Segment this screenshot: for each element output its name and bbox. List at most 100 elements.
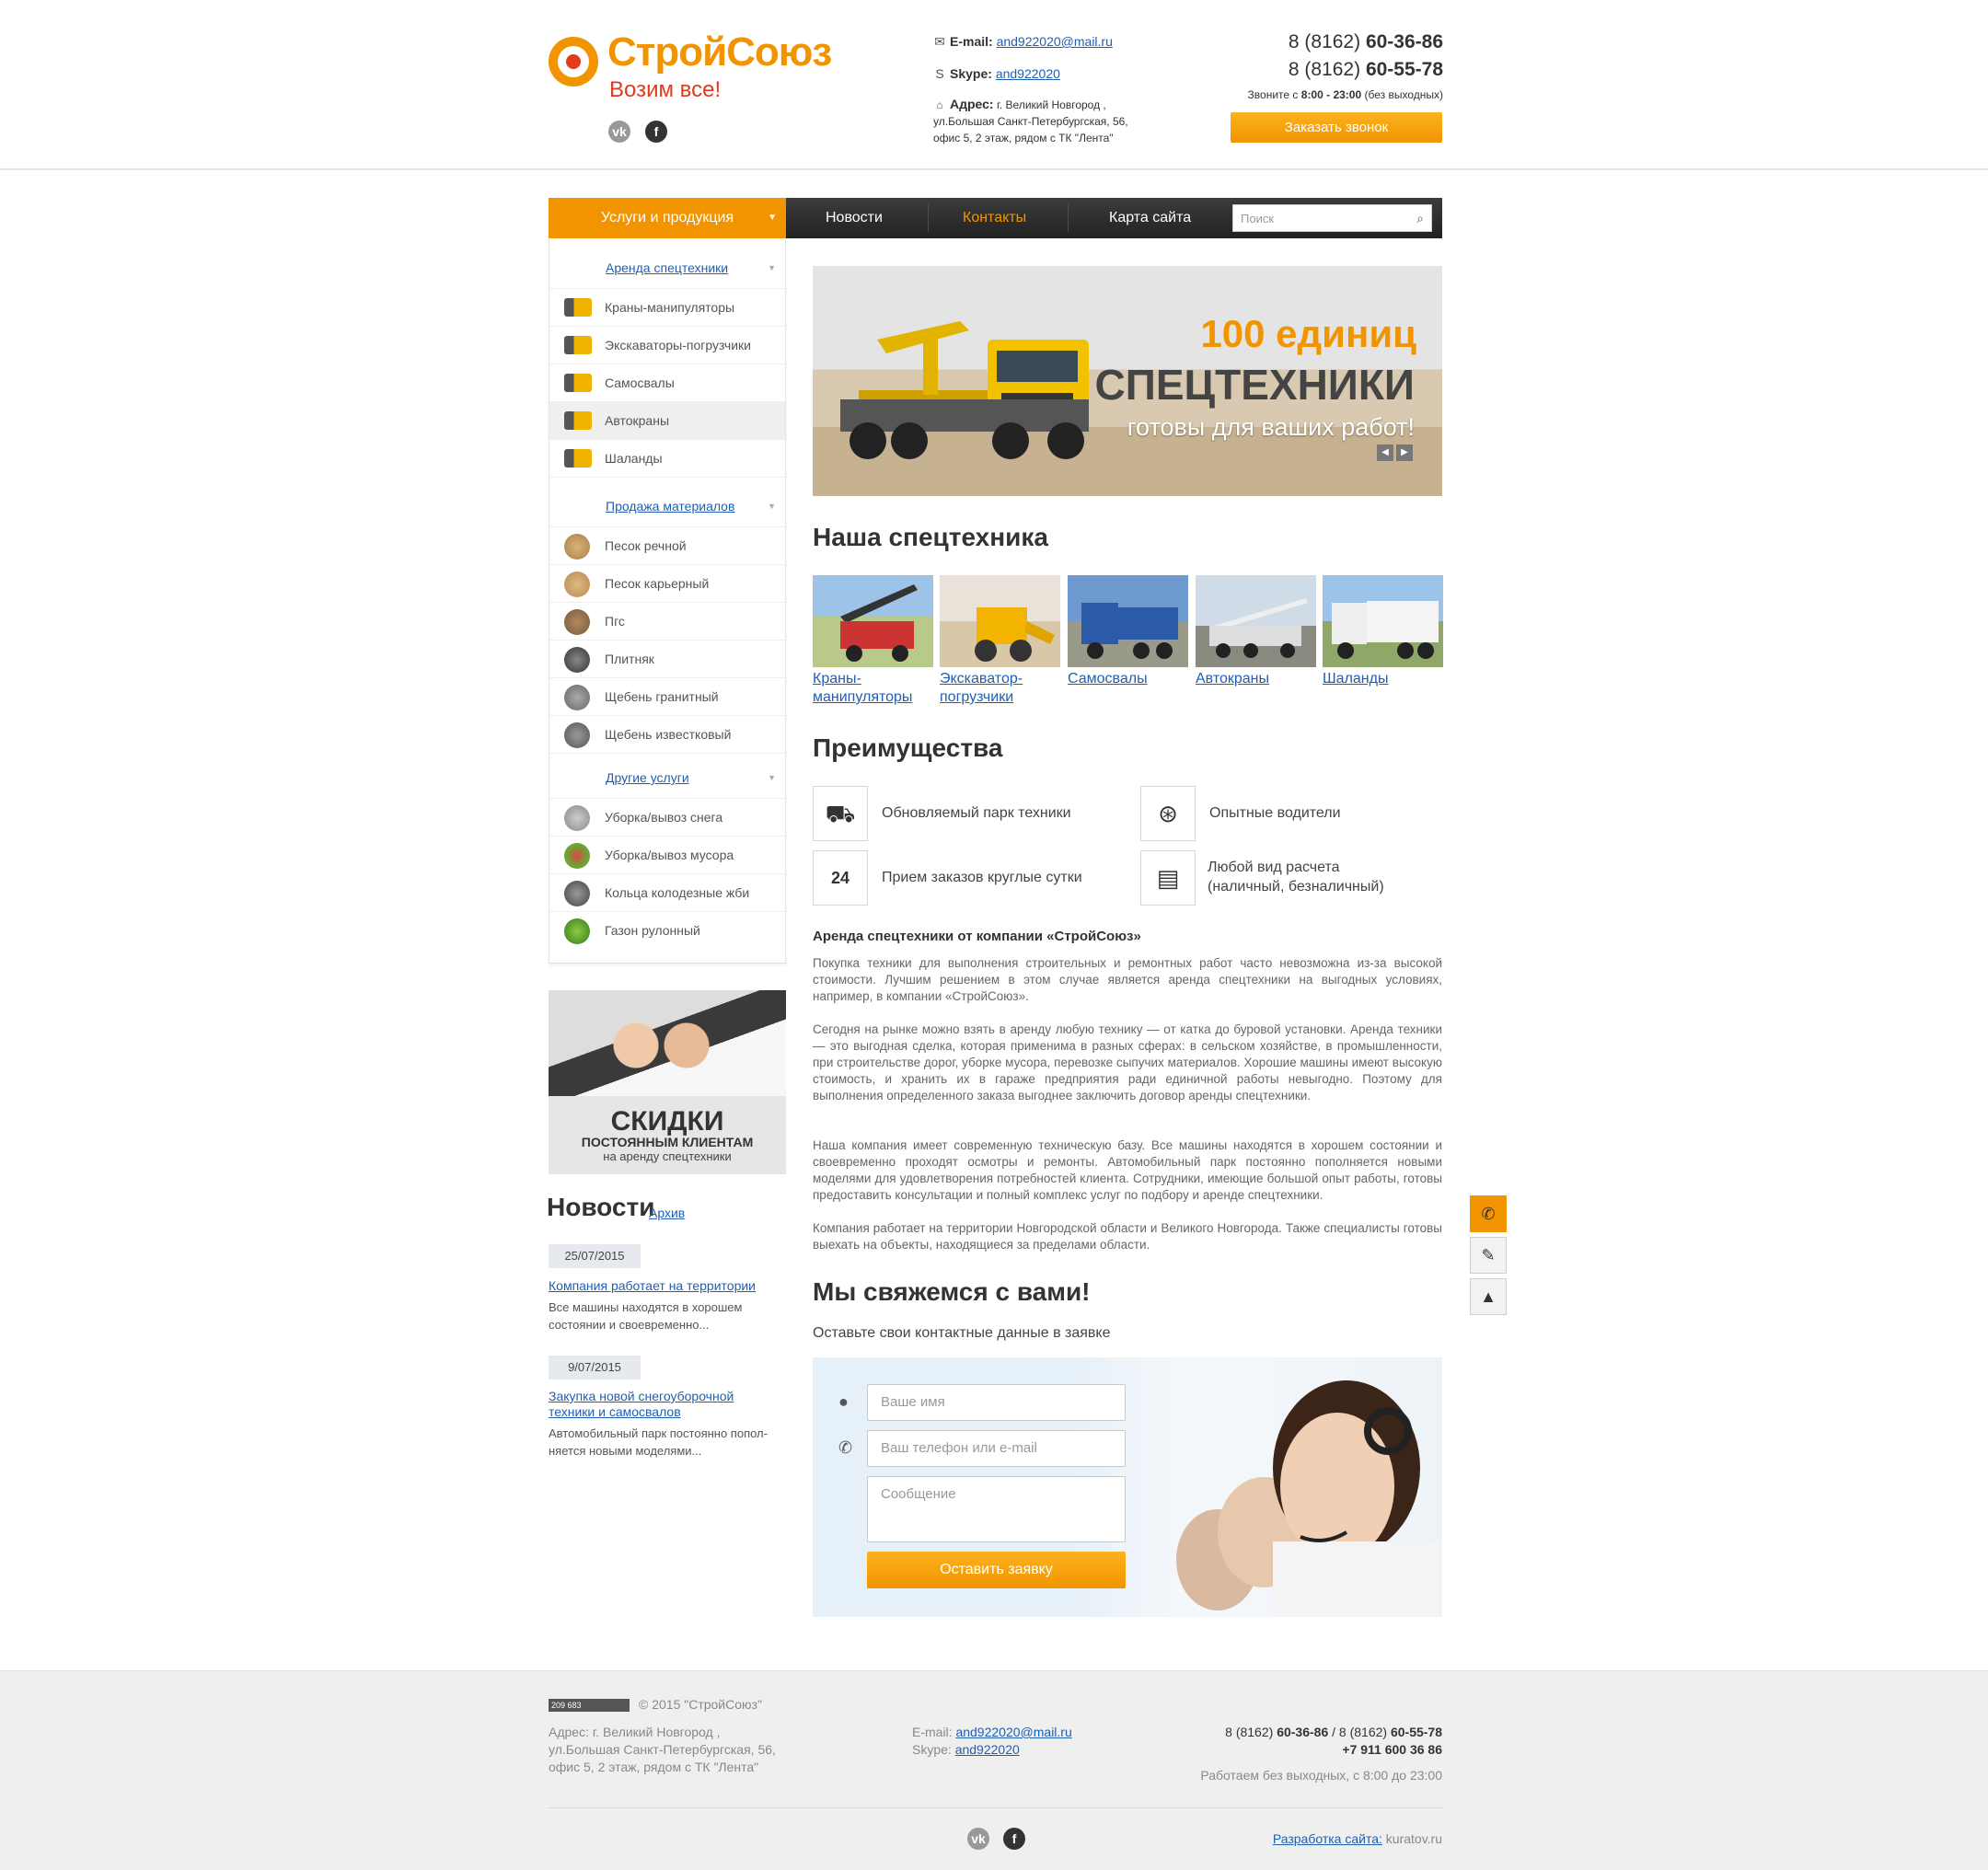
news-item-text: Все машины находятся в хорошем состоянии… (549, 1299, 790, 1333)
facebook-icon[interactable]: f (645, 121, 667, 143)
phone-callback-icon[interactable]: ✆ (1470, 1195, 1507, 1232)
fleet-caption-excavator[interactable]: Экскаватор-погрузчики (940, 670, 1060, 707)
call-center-image (1176, 1380, 1439, 1617)
nav-news[interactable]: Новости (826, 198, 883, 238)
sidebar-item[interactable]: Газон рулонный (549, 911, 785, 949)
article-paragraph: Наша компания имеет современную техничес… (813, 1138, 1442, 1202)
header-phone-2[interactable]: 8 (8162) 60-55-78 (1289, 59, 1443, 81)
sidebar-category-other[interactable]: Другие услуги (606, 770, 689, 785)
article-title: Аренда спецтехники от компании «СтройСою… (813, 929, 1141, 944)
fleet-caption-dump-truck[interactable]: Самосвалы (1068, 670, 1188, 688)
footer-skype-link[interactable]: and922020 (955, 1742, 1020, 1757)
sidebar-item[interactable]: Самосвалы (549, 364, 785, 401)
crane-truck-icon (564, 298, 592, 317)
visit-counter[interactable]: 209 683 (549, 1699, 630, 1712)
footer-email-link[interactable]: and922020@mail.ru (955, 1725, 1071, 1739)
search-icon[interactable]: ⌕ (1416, 211, 1424, 226)
fleet-thumb-flatbed[interactable] (1323, 575, 1443, 667)
nav-sitemap[interactable]: Карта сайта (1109, 198, 1191, 238)
news-text-line: Автомобильный парк постоянно попол- (549, 1426, 768, 1440)
scroll-top-icon[interactable]: ▲ (1470, 1278, 1507, 1315)
footer-phone-1[interactable]: 60-36-86 (1277, 1725, 1328, 1739)
sidebar-item[interactable]: Шаланды (549, 439, 785, 477)
sidebar-item-label: Плитняк (605, 652, 654, 666)
footer-mobile[interactable]: +7 911 600 36 86 (1342, 1742, 1442, 1757)
advantage-text: Прием заказов круглые сутки (882, 870, 1082, 885)
vk-icon[interactable]: vk (608, 121, 630, 143)
chevron-down-icon[interactable]: ▼ (768, 263, 776, 272)
sidebar-menu: Аренда спецтехники ▼ Краны-манипуляторы … (549, 238, 786, 964)
email-label: E-mail: (950, 34, 993, 49)
nav-contacts[interactable]: Контакты (963, 198, 1026, 238)
discount-banner[interactable]: СКИДКИ ПОСТОЯННЫМ КЛИЕНТАМ на аренду спе… (549, 990, 786, 1174)
logo-icon[interactable] (549, 37, 598, 87)
truck-crane-icon (564, 411, 592, 430)
pencil-icon[interactable]: ✎ (1470, 1237, 1507, 1274)
sidebar-item-active[interactable]: Автокраны (549, 401, 785, 439)
fleet-caption-flatbed[interactable]: Шаланды (1323, 670, 1443, 688)
fleet-thumb-truck-crane[interactable] (1196, 575, 1316, 667)
message-textarea[interactable]: Сообщение (867, 1476, 1126, 1542)
chevron-down-icon[interactable]: ▼ (768, 773, 776, 782)
header-skype-link[interactable]: and922020 (996, 66, 1060, 81)
concrete-rings-icon (564, 881, 590, 906)
promo-heading: СКИДКИ (610, 1106, 724, 1137)
news-item-title[interactable]: Закупка новой снегоуборочной техники и с… (549, 1389, 779, 1420)
developer-link[interactable]: Разработка сайта: (1273, 1831, 1382, 1846)
skype-label: Skype: (950, 66, 992, 81)
sidebar-category-rental[interactable]: Аренда спецтехники (606, 260, 728, 275)
contact-form: ● Ваше имя ✆ Ваш телефон или e-mail Сооб… (813, 1357, 1442, 1617)
vk-icon[interactable]: vk (967, 1828, 989, 1850)
slider-next-icon[interactable]: ▶ (1396, 444, 1413, 461)
footer-developer: Разработка сайта: kuratov.ru (1273, 1830, 1442, 1848)
fleet-thumb-crane[interactable] (813, 575, 933, 667)
name-input[interactable]: Ваше имя (867, 1384, 1126, 1421)
sidebar-item-label: Самосвалы (605, 375, 675, 390)
advantage-text-line: (наличный, безналичный) (1208, 879, 1384, 895)
sidebar-item[interactable]: Уборка/вывоз снега (549, 798, 785, 836)
news-text-line: Все машины находятся в хорошем (549, 1300, 743, 1314)
sidebar-item[interactable]: Щебень известковый (549, 715, 785, 753)
sidebar-item[interactable]: Плитняк (549, 640, 785, 677)
fleet-thumb-dump-truck[interactable] (1068, 575, 1188, 667)
footer-phone-separator: / (1332, 1725, 1336, 1739)
hours-suffix: (без выходных) (1364, 88, 1443, 101)
sidebar-item-label: Кольца колодезные жби (605, 885, 750, 900)
sidebar-item[interactable]: Уборка/вывоз мусора (549, 836, 785, 873)
header-email-link[interactable]: and922020@mail.ru (997, 34, 1113, 49)
sidebar-item[interactable]: Песок карьерный (549, 564, 785, 602)
chevron-down-icon[interactable]: ▼ (768, 502, 776, 511)
news-title-line: техники и самосвалов (549, 1404, 681, 1419)
logo-name[interactable]: СтройСоюз (607, 29, 832, 75)
sidebar-category-materials[interactable]: Продажа материалов (606, 499, 734, 514)
order-call-button[interactable]: Заказать звонок (1231, 112, 1442, 143)
address-line-3: офис 5, 2 этаж, рядом с ТК "Лента" (933, 132, 1114, 144)
phone-email-input[interactable]: Ваш телефон или e-mail (867, 1430, 1126, 1467)
advantage-text: Обновляемый парк техники (882, 805, 1071, 821)
facebook-icon[interactable]: f (1003, 1828, 1025, 1850)
sidebar-item[interactable]: Пгс (549, 602, 785, 640)
header-email: ✉ E-mail: and922020@mail.ru (933, 34, 1113, 50)
search-input[interactable]: Поиск ⌕ (1232, 204, 1432, 232)
sidebar-item[interactable]: Щебень гранитный (549, 677, 785, 715)
address-line-1: г. Великий Новгород , (996, 98, 1106, 111)
sidebar-item[interactable]: Краны-манипуляторы (549, 288, 785, 326)
news-title-line: Закупка новой снегоуборочной (549, 1389, 734, 1403)
phone-icon: ✆ (838, 1438, 853, 1457)
nav-products[interactable]: Услуги и продукция ▼ (549, 198, 786, 238)
submit-request-button[interactable]: Оставить заявку (867, 1552, 1126, 1588)
sidebar-item[interactable]: Экскаваторы-погрузчики (549, 326, 785, 364)
article-paragraph: Сегодня на рынке можно взять в аренду лю… (813, 1022, 1442, 1102)
slider-prev-icon[interactable]: ◀ (1377, 444, 1393, 461)
fleet-thumb-excavator[interactable] (940, 575, 1060, 667)
fleet-caption-truck-crane[interactable]: Автокраны (1196, 670, 1316, 688)
footer-phone-2[interactable]: 60-55-78 (1391, 1725, 1442, 1739)
sidebar-item[interactable]: Песок речной (549, 526, 785, 564)
header-phone-1[interactable]: 8 (8162) 60-36-86 (1289, 31, 1443, 53)
hero-slider[interactable]: 100 единиц СПЕЦТЕХНИКИ готовы для ваших … (813, 266, 1442, 496)
sidebar-item[interactable]: Кольца колодезные жби (549, 873, 785, 911)
fleet-caption-crane[interactable]: Краны-манипуляторы (813, 670, 933, 707)
news-item-title[interactable]: Компания работает на территории (549, 1278, 779, 1294)
address-label: Адрес: (950, 97, 994, 111)
news-archive-link[interactable]: Архив (649, 1206, 685, 1220)
